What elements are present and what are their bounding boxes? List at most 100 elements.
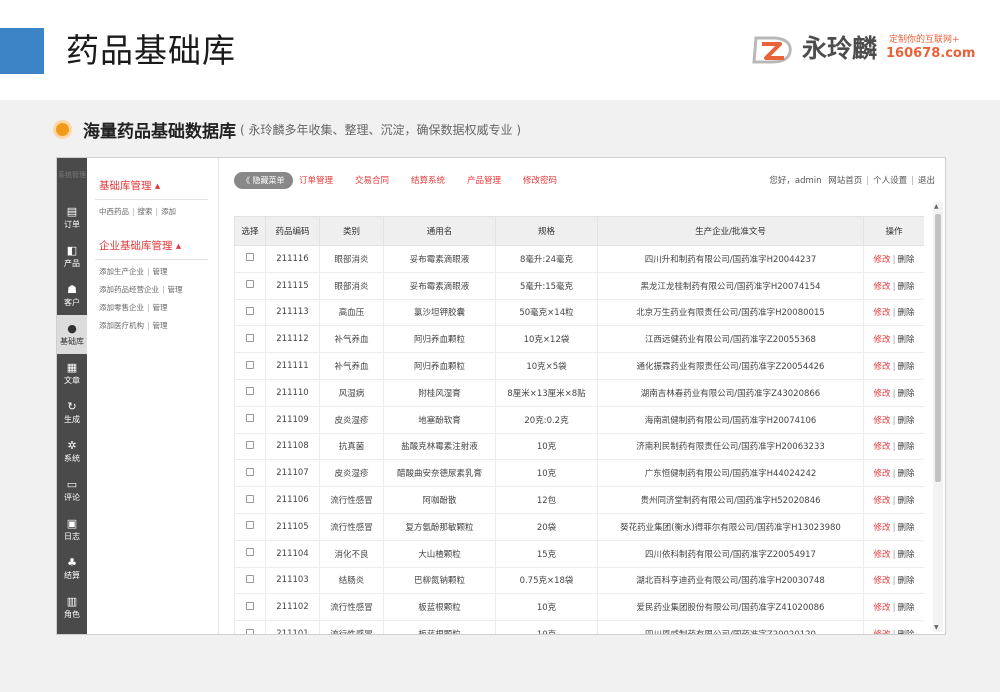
delete-link[interactable]: 删除 (897, 496, 914, 506)
table-scrollbar[interactable]: ▲ ▼ (933, 202, 943, 632)
sidebar-link-add[interactable]: 添加 (161, 207, 176, 216)
sub-sidebar: 基础库管理 ▴ 中西药品 | 搜索 | 添加 企业基础库管理 ▴ 添加生产企业 | 管理 添加… (87, 158, 219, 634)
drug-table: 选择 药品编码 类别 通用名 规格 生产企业/批准文号 操作 211116 眼部消炎 妥布霉素滴… (234, 216, 924, 634)
edit-link[interactable]: 修改 (874, 416, 891, 426)
edit-link[interactable]: 修改 (874, 282, 891, 292)
iconbar-item-9[interactable]: ♣ 结算 (57, 549, 87, 588)
select-cell (234, 432, 266, 461)
site-home-link[interactable]: 网站首页 (828, 176, 862, 186)
edit-link[interactable]: 修改 (874, 362, 891, 372)
delete-link[interactable]: 删除 (897, 442, 914, 452)
iconbar-item-7[interactable]: ▭ 评论 (57, 471, 87, 510)
edit-link[interactable]: 修改 (874, 308, 891, 318)
edit-link[interactable]: 修改 (874, 496, 891, 506)
edit-link[interactable]: 修改 (874, 523, 891, 533)
sidebar-link-enterprise-add[interactable]: 添加药品经营企业 (99, 285, 159, 294)
nav-item-0[interactable]: 订单管理 (299, 174, 333, 186)
nav-item-2[interactable]: 结算系统 (411, 174, 445, 186)
nav-item-1[interactable]: 交易合同 (355, 174, 389, 186)
delete-link[interactable]: 删除 (897, 576, 914, 586)
table-row: 211111 补气养血 阿归养血颗粒 10克×5袋 通化振霖药业有限责任公司/国药准字Z… (234, 352, 924, 380)
scroll-down-icon[interactable]: ▼ (934, 624, 939, 631)
iconbar-item-10[interactable]: ▥ 角色 (57, 588, 87, 627)
scroll-thumb[interactable] (935, 214, 941, 482)
delete-link[interactable]: 删除 (897, 255, 914, 265)
delete-link[interactable]: 删除 (897, 389, 914, 399)
edit-link[interactable]: 修改 (874, 603, 891, 613)
iconbar-item-5[interactable]: ↻ 生成 (57, 393, 87, 432)
delete-link[interactable]: 删除 (897, 523, 914, 533)
row-checkbox[interactable] (246, 387, 254, 396)
iconbar-item-8[interactable]: ▣ 日志 (57, 510, 87, 549)
edit-link[interactable]: 修改 (874, 442, 891, 452)
sidebar-link-enterprise-manage[interactable]: 管理 (153, 267, 168, 276)
database-icon: ● (67, 321, 77, 335)
delete-link[interactable]: 删除 (897, 362, 914, 372)
row-checkbox[interactable] (246, 467, 254, 476)
row-checkbox[interactable] (246, 440, 254, 449)
delete-link[interactable]: 删除 (897, 630, 914, 634)
iconbar-item-1[interactable]: ◧ 产品 (57, 237, 87, 276)
sidebar-link-enterprise-manage[interactable]: 管理 (168, 285, 183, 294)
logout-link[interactable]: 退出 (918, 176, 935, 186)
iconbar-item-2[interactable]: ☗ 客户 (57, 276, 87, 315)
sidebar-link-enterprise-add[interactable]: 添加医疗机构 (99, 321, 144, 330)
row-checkbox[interactable] (246, 253, 254, 262)
row-checkbox[interactable] (246, 280, 254, 289)
sidebar-group-enterprise[interactable]: 企业基础库管理 ▴ (99, 238, 218, 253)
edit-link[interactable]: 修改 (874, 469, 891, 479)
edit-link[interactable]: 修改 (874, 389, 891, 399)
category-cell: 结肠炎 (319, 566, 384, 595)
sidebar-group-basic[interactable]: 基础库管理 ▴ (99, 178, 218, 193)
spec-cell: 10克 (495, 459, 598, 488)
delete-link[interactable]: 删除 (897, 416, 914, 426)
row-checkbox[interactable] (246, 494, 254, 503)
iconbar-item-4[interactable]: ▦ 文章 (57, 354, 87, 393)
drug-code-cell: 211103 (265, 566, 320, 595)
table-row: 211116 眼部消炎 妥布霉素滴眼液 8毫升:24毫克 四川升和制药有限公司/国药准字… (234, 245, 924, 273)
row-checkbox[interactable] (246, 521, 254, 530)
row-checkbox[interactable] (246, 628, 254, 634)
edit-link[interactable]: 修改 (874, 630, 891, 634)
sidebar-link-search[interactable]: 搜索 (138, 207, 153, 216)
row-checkbox[interactable] (246, 548, 254, 557)
sidebar-link-enterprise-manage[interactable]: 管理 (153, 303, 168, 312)
row-checkbox[interactable] (246, 414, 254, 423)
iconbar-item-6[interactable]: ✲ 系统 (57, 432, 87, 471)
personal-settings-link[interactable]: 个人设置 (873, 176, 907, 186)
ops-cell: 修改|删除 (863, 459, 924, 488)
iconbar-item-label: 订单 (64, 219, 80, 229)
edit-link[interactable]: 修改 (874, 335, 891, 345)
sidebar-link-drugs[interactable]: 中西药品 (99, 207, 129, 216)
nav-item-3[interactable]: 产品管理 (467, 174, 501, 186)
delete-link[interactable]: 删除 (897, 282, 914, 292)
delete-link[interactable]: 删除 (897, 335, 914, 345)
hide-menu-button[interactable]: 《 隐藏菜单 (234, 172, 293, 189)
sidebar-link-enterprise-manage[interactable]: 管理 (153, 321, 168, 330)
row-checkbox[interactable] (246, 360, 254, 369)
generic-name-cell: 妥布霉素滴眼液 (383, 245, 496, 273)
nav-item-4[interactable]: 修改密码 (523, 174, 557, 186)
edit-link[interactable]: 修改 (874, 576, 891, 586)
table-row: 211101流行性感冒板蓝根颗粒10克四川恩威制药有限公司/国药准字Z20020… (234, 620, 924, 634)
row-checkbox[interactable] (246, 574, 254, 583)
ops-cell: 修改|删除 (863, 539, 924, 568)
category-cell: 高血压 (319, 298, 384, 327)
edit-link[interactable]: 修改 (874, 550, 891, 560)
sidebar-link-enterprise-add[interactable]: 添加零售企业 (99, 303, 144, 312)
row-checkbox[interactable] (246, 601, 254, 610)
sidebar-link-enterprise-add[interactable]: 添加生产企业 (99, 267, 144, 276)
delete-link[interactable]: 删除 (897, 550, 914, 560)
edit-link[interactable]: 修改 (874, 255, 891, 265)
row-checkbox[interactable] (246, 333, 254, 342)
iconbar-item-0[interactable]: ▤ 订单 (57, 198, 87, 237)
ops-cell: 修改|删除 (863, 432, 924, 461)
iconbar-item-3[interactable]: ● 基础库 (57, 315, 87, 354)
table-row: 211113 高血压 氯沙坦钾胶囊 50毫克×14粒 北京万生药业有限责任公司/国药准字… (234, 298, 924, 327)
delete-link[interactable]: 删除 (897, 603, 914, 613)
delete-link[interactable]: 删除 (897, 469, 914, 479)
sidebar-item-enterprise: 添加零售企业 | 管理 (99, 303, 168, 312)
row-checkbox[interactable] (246, 306, 254, 315)
scroll-up-icon[interactable]: ▲ (934, 203, 939, 210)
delete-link[interactable]: 删除 (897, 308, 914, 318)
